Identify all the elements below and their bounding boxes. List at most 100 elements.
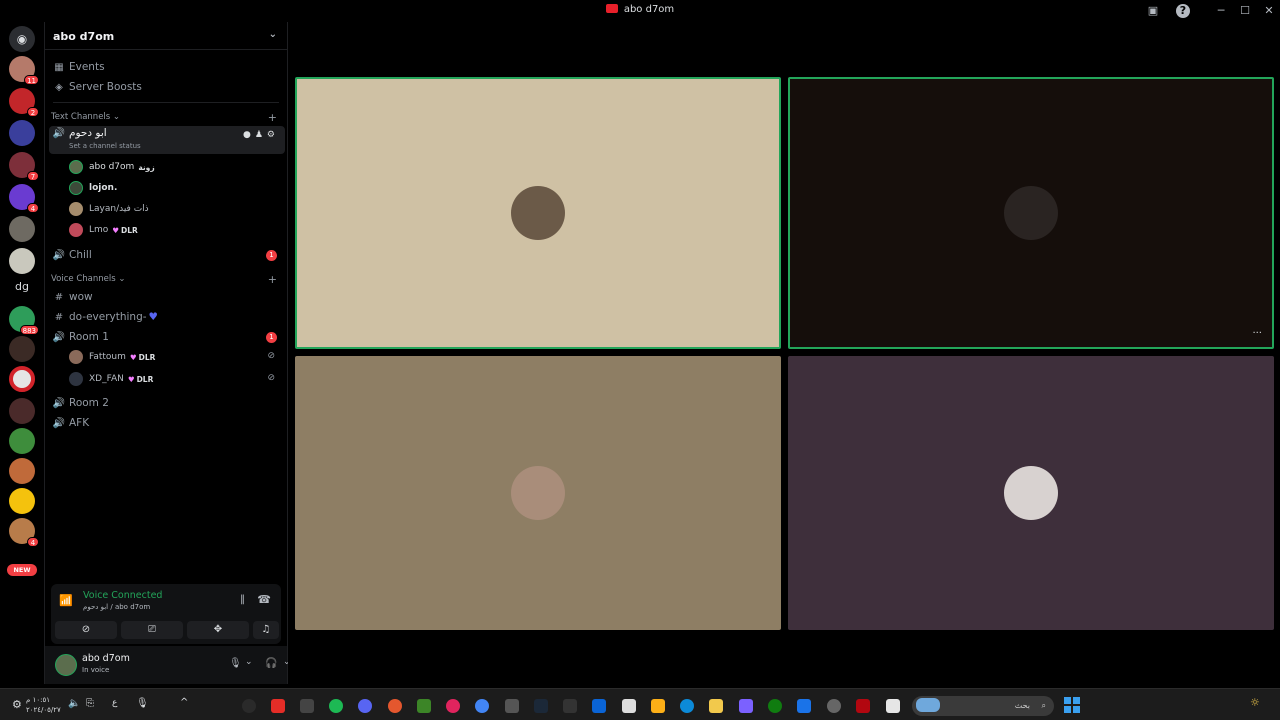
- media-player-icon[interactable]: [446, 699, 460, 713]
- events-item[interactable]: ▦ Events: [51, 58, 281, 76]
- minecraft-icon[interactable]: [417, 699, 431, 713]
- weather-icon[interactable]: ☼: [1250, 696, 1260, 709]
- app-icon[interactable]: [300, 699, 314, 713]
- add-channel-icon[interactable]: +: [268, 111, 277, 124]
- voice-channels-category[interactable]: Voice Channels ⌄ +: [51, 273, 281, 286]
- store-icon[interactable]: [622, 699, 636, 713]
- server-icon[interactable]: [9, 366, 35, 392]
- server-icon[interactable]: [9, 488, 35, 514]
- signal-icon[interactable]: 📶: [59, 594, 73, 607]
- gear-icon[interactable]: ⚙: [267, 130, 279, 140]
- app-icon[interactable]: [797, 699, 811, 713]
- speaker-icon: 🔊: [52, 249, 66, 261]
- close-icon[interactable]: ✕: [1262, 4, 1276, 18]
- participant-tile[interactable]: ···: [788, 77, 1274, 349]
- steam-icon[interactable]: [534, 699, 548, 713]
- disconnect-icon[interactable]: ☎: [257, 593, 271, 606]
- voice-user[interactable]: Fattoum ♥ DLR: [69, 348, 279, 366]
- soundboard-button[interactable]: ♫: [253, 621, 279, 639]
- voice-user[interactable]: Lmo ♥ DLR: [69, 221, 279, 239]
- channel-afk[interactable]: 🔊 AFK: [51, 414, 281, 432]
- server-icon[interactable]: 7: [9, 152, 39, 181]
- screen-share-button[interactable]: ⎚: [121, 621, 183, 639]
- voice-user[interactable]: Layan/ذات فيد: [69, 200, 279, 218]
- app-icon[interactable]: [242, 699, 256, 713]
- edge-icon[interactable]: [680, 699, 694, 713]
- set-channel-status[interactable]: Set a channel status: [69, 142, 141, 150]
- more-options-icon[interactable]: ···: [1252, 328, 1262, 339]
- voice-channel-path[interactable]: ابو دحوم / abo d7om: [83, 603, 150, 611]
- windows-start-icon[interactable]: [1064, 697, 1080, 713]
- language-indicator[interactable]: ع: [112, 698, 117, 708]
- network-icon[interactable]: ⎘: [86, 698, 94, 709]
- headphones-icon[interactable]: 🎧: [265, 658, 277, 669]
- participant-tile[interactable]: [295, 356, 781, 630]
- activities-button[interactable]: ✥: [187, 621, 249, 639]
- app-icon[interactable]: [388, 699, 402, 713]
- add-member-icon[interactable]: ♟: [255, 130, 267, 140]
- server-icon[interactable]: 4: [9, 184, 39, 213]
- youtube-icon[interactable]: [271, 699, 285, 713]
- server-icon[interactable]: 4: [9, 518, 39, 547]
- file-explorer-icon[interactable]: [709, 699, 723, 713]
- discord-icon[interactable]: [358, 699, 372, 713]
- server-icon[interactable]: [9, 216, 35, 242]
- app-icon[interactable]: [827, 699, 841, 713]
- add-channel-icon[interactable]: +: [268, 273, 277, 286]
- rockstar-icon[interactable]: [651, 699, 665, 713]
- chrome-icon[interactable]: [475, 699, 489, 713]
- server-icon[interactable]: 11: [9, 56, 39, 85]
- server-icon[interactable]: [9, 458, 35, 484]
- new-badge[interactable]: NEW: [7, 564, 37, 576]
- channel-room-2[interactable]: 🔊 Room 2: [51, 394, 281, 412]
- channel-room-1[interactable]: 🔊 Room 1: [51, 328, 281, 346]
- voice-status[interactable]: Voice Connected: [83, 590, 162, 601]
- microphone-icon[interactable]: 🎙: [229, 658, 242, 669]
- username[interactable]: abo d7om: [82, 653, 130, 664]
- xbox-icon[interactable]: [768, 699, 782, 713]
- minimize-icon[interactable]: ─: [1214, 4, 1228, 18]
- server-icon-dg[interactable]: dg: [9, 274, 35, 300]
- app-icon[interactable]: [505, 699, 519, 713]
- help-icon[interactable]: ?: [1176, 4, 1190, 18]
- channel-actions[interactable]: ●♟⚙: [243, 130, 279, 140]
- discord-home-icon[interactable]: ◉: [9, 26, 35, 52]
- voice-user[interactable]: XD_FAN ♥ DLR: [69, 370, 279, 388]
- server-icon[interactable]: [9, 336, 35, 362]
- avatar[interactable]: [55, 654, 77, 676]
- server-boosts-item[interactable]: ◈ Server Boosts: [51, 78, 281, 96]
- voice-user[interactable]: abo d7om زونة: [69, 158, 279, 176]
- server-header[interactable]: abo d7om ⌄: [45, 22, 287, 50]
- maximize-icon[interactable]: ☐: [1238, 4, 1252, 18]
- spotify-icon[interactable]: [329, 699, 343, 713]
- text-channels-category[interactable]: Text Channels ⌄ +: [51, 111, 281, 124]
- app-icon[interactable]: [739, 699, 753, 713]
- chat-icon[interactable]: ●: [243, 130, 255, 140]
- camera-off-button[interactable]: ⊘: [55, 621, 117, 639]
- netflix-icon[interactable]: [856, 699, 870, 713]
- epic-games-icon[interactable]: [563, 699, 577, 713]
- voice-user[interactable]: lojon.: [69, 179, 279, 197]
- app-icon[interactable]: [886, 699, 900, 713]
- settings-icon[interactable]: ⚙: [12, 698, 22, 711]
- weather-widget-icon[interactable]: [916, 698, 940, 712]
- channel-do-everything[interactable]: # do-everything- ♥: [51, 308, 281, 326]
- microphone-icon[interactable]: 🎙: [136, 698, 149, 709]
- server-icon[interactable]: 2: [9, 88, 39, 117]
- volume-icon[interactable]: 🔈: [68, 698, 80, 709]
- channel-chill[interactable]: 🔊 Chill: [51, 246, 281, 264]
- participant-tile[interactable]: [295, 77, 781, 349]
- server-icon[interactable]: [9, 428, 35, 454]
- participant-tile[interactable]: [788, 356, 1274, 630]
- mail-icon[interactable]: [592, 699, 606, 713]
- channel-wow[interactable]: # wow: [51, 288, 281, 306]
- inbox-icon[interactable]: ▣: [1146, 4, 1160, 18]
- chevron-up-icon[interactable]: ^: [180, 697, 188, 708]
- server-icon[interactable]: [9, 248, 35, 274]
- chevron-down-icon[interactable]: ⌄: [245, 657, 253, 667]
- clock[interactable]: ١٠:٥١ م ٢٠٢٤/٠٥/٢٧: [26, 695, 61, 715]
- server-icon[interactable]: [9, 398, 35, 424]
- noise-suppression-icon[interactable]: ‖: [240, 594, 245, 605]
- server-icon[interactable]: [9, 120, 35, 146]
- server-icon[interactable]: 883: [9, 306, 39, 335]
